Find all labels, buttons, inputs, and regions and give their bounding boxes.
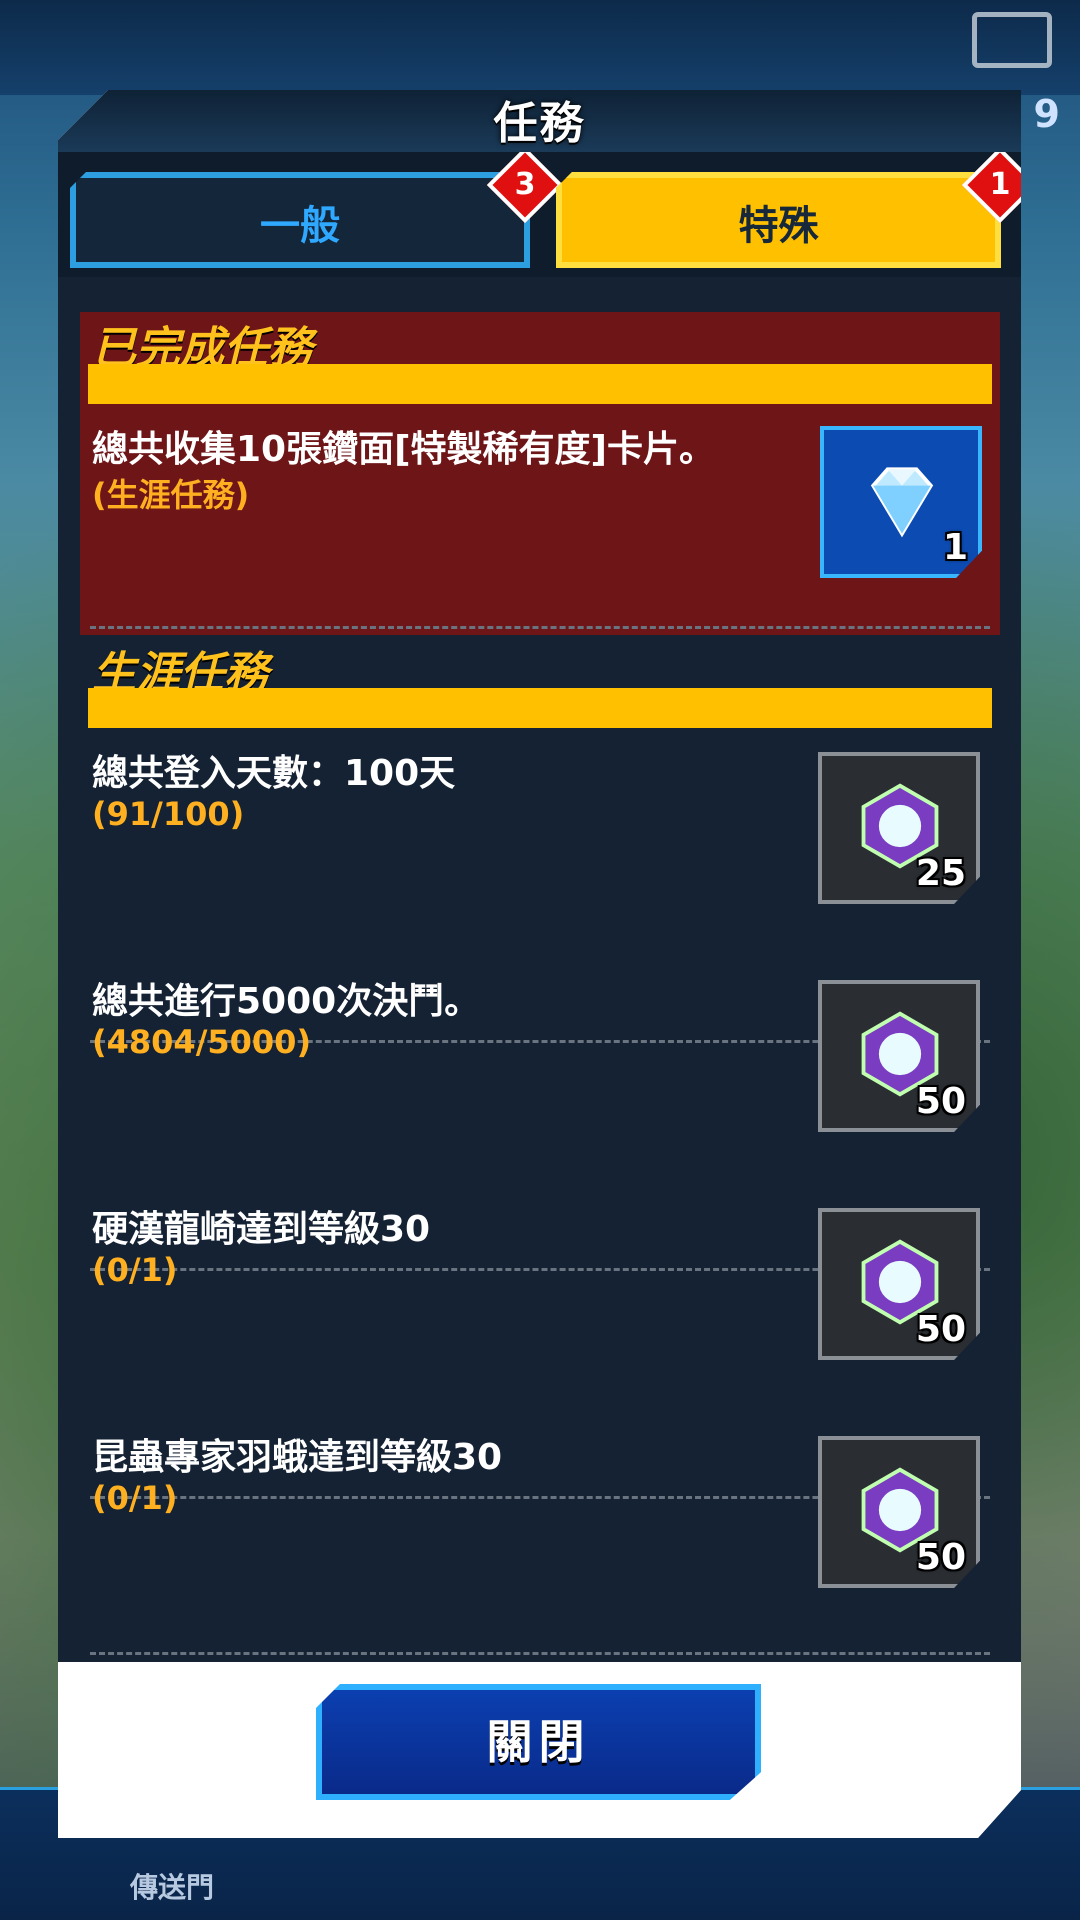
reward-count: 1 <box>942 527 968 568</box>
quest-title: 總共登入天數：100天 <box>92 753 456 794</box>
reward-count: 50 <box>915 1081 966 1122</box>
diamond-card-icon <box>870 467 934 538</box>
tab-special[interactable]: 特殊 <box>556 172 1001 268</box>
quest-title: 總共進行5000次決鬥。 <box>92 981 481 1022</box>
nav-gate-label[interactable]: 傳送門 <box>130 1866 214 1906</box>
dialog-header: 任務 <box>58 90 1021 152</box>
reward-gem[interactable]: 50 <box>818 1436 980 1588</box>
divider <box>90 1652 990 1655</box>
quest-progress: (0/1) <box>92 1479 178 1517</box>
quest-progress: (0/1) <box>92 1251 178 1289</box>
reward-diamond-card[interactable]: 1 <box>820 426 982 578</box>
hide-ui-icon[interactable] <box>972 12 1052 68</box>
quest-progress: (91/100) <box>92 795 245 833</box>
quest-title: 總共收集10張鑽面[特製稀有度]卡片。 <box>92 429 716 470</box>
close-button[interactable]: 關閉 <box>316 1684 761 1800</box>
reward-gem[interactable]: 50 <box>818 1208 980 1360</box>
dialog-title: 任務 <box>493 98 586 149</box>
quest-progress: (生涯任務) <box>92 476 250 514</box>
quest-title: 硬漢龍崎達到等級30 <box>92 1209 431 1250</box>
completed-quests-section: 已完成任務 總共收集10張鑽面[特製稀有度]卡片。 (生涯任務) 1 <box>80 312 1000 635</box>
divider <box>90 626 990 629</box>
reward-count: 50 <box>915 1537 966 1578</box>
tab-general[interactable]: 一般 <box>70 172 530 268</box>
tab-bar: 一般 3 特殊 1 <box>58 152 1021 277</box>
top-status-bar <box>0 0 1080 95</box>
reward-gem[interactable]: 50 <box>818 980 980 1132</box>
reward-count: 25 <box>915 853 966 894</box>
dialog-footer: 關閉 <box>58 1662 1021 1838</box>
reward-count: 50 <box>915 1309 966 1350</box>
quest-title: 昆蟲專家羽蛾達到等級30 <box>92 1437 503 1478</box>
reward-gem[interactable]: 25 <box>818 752 980 904</box>
quest-content[interactable]: 一般 3 特殊 1 已完成任務 總共收集10張鑽面[特製稀有度]卡片。 (生涯任… <box>58 152 1021 1662</box>
quest-dialog: 任務 一般 3 特殊 1 已完成任務 總共收集10張鑽面[特製稀有度]卡片。 (… <box>58 90 1021 1838</box>
section-bar <box>88 364 992 404</box>
section-bar <box>88 688 992 728</box>
player-level: 9 <box>1033 92 1060 136</box>
quest-progress: (4804/5000) <box>92 1023 312 1061</box>
